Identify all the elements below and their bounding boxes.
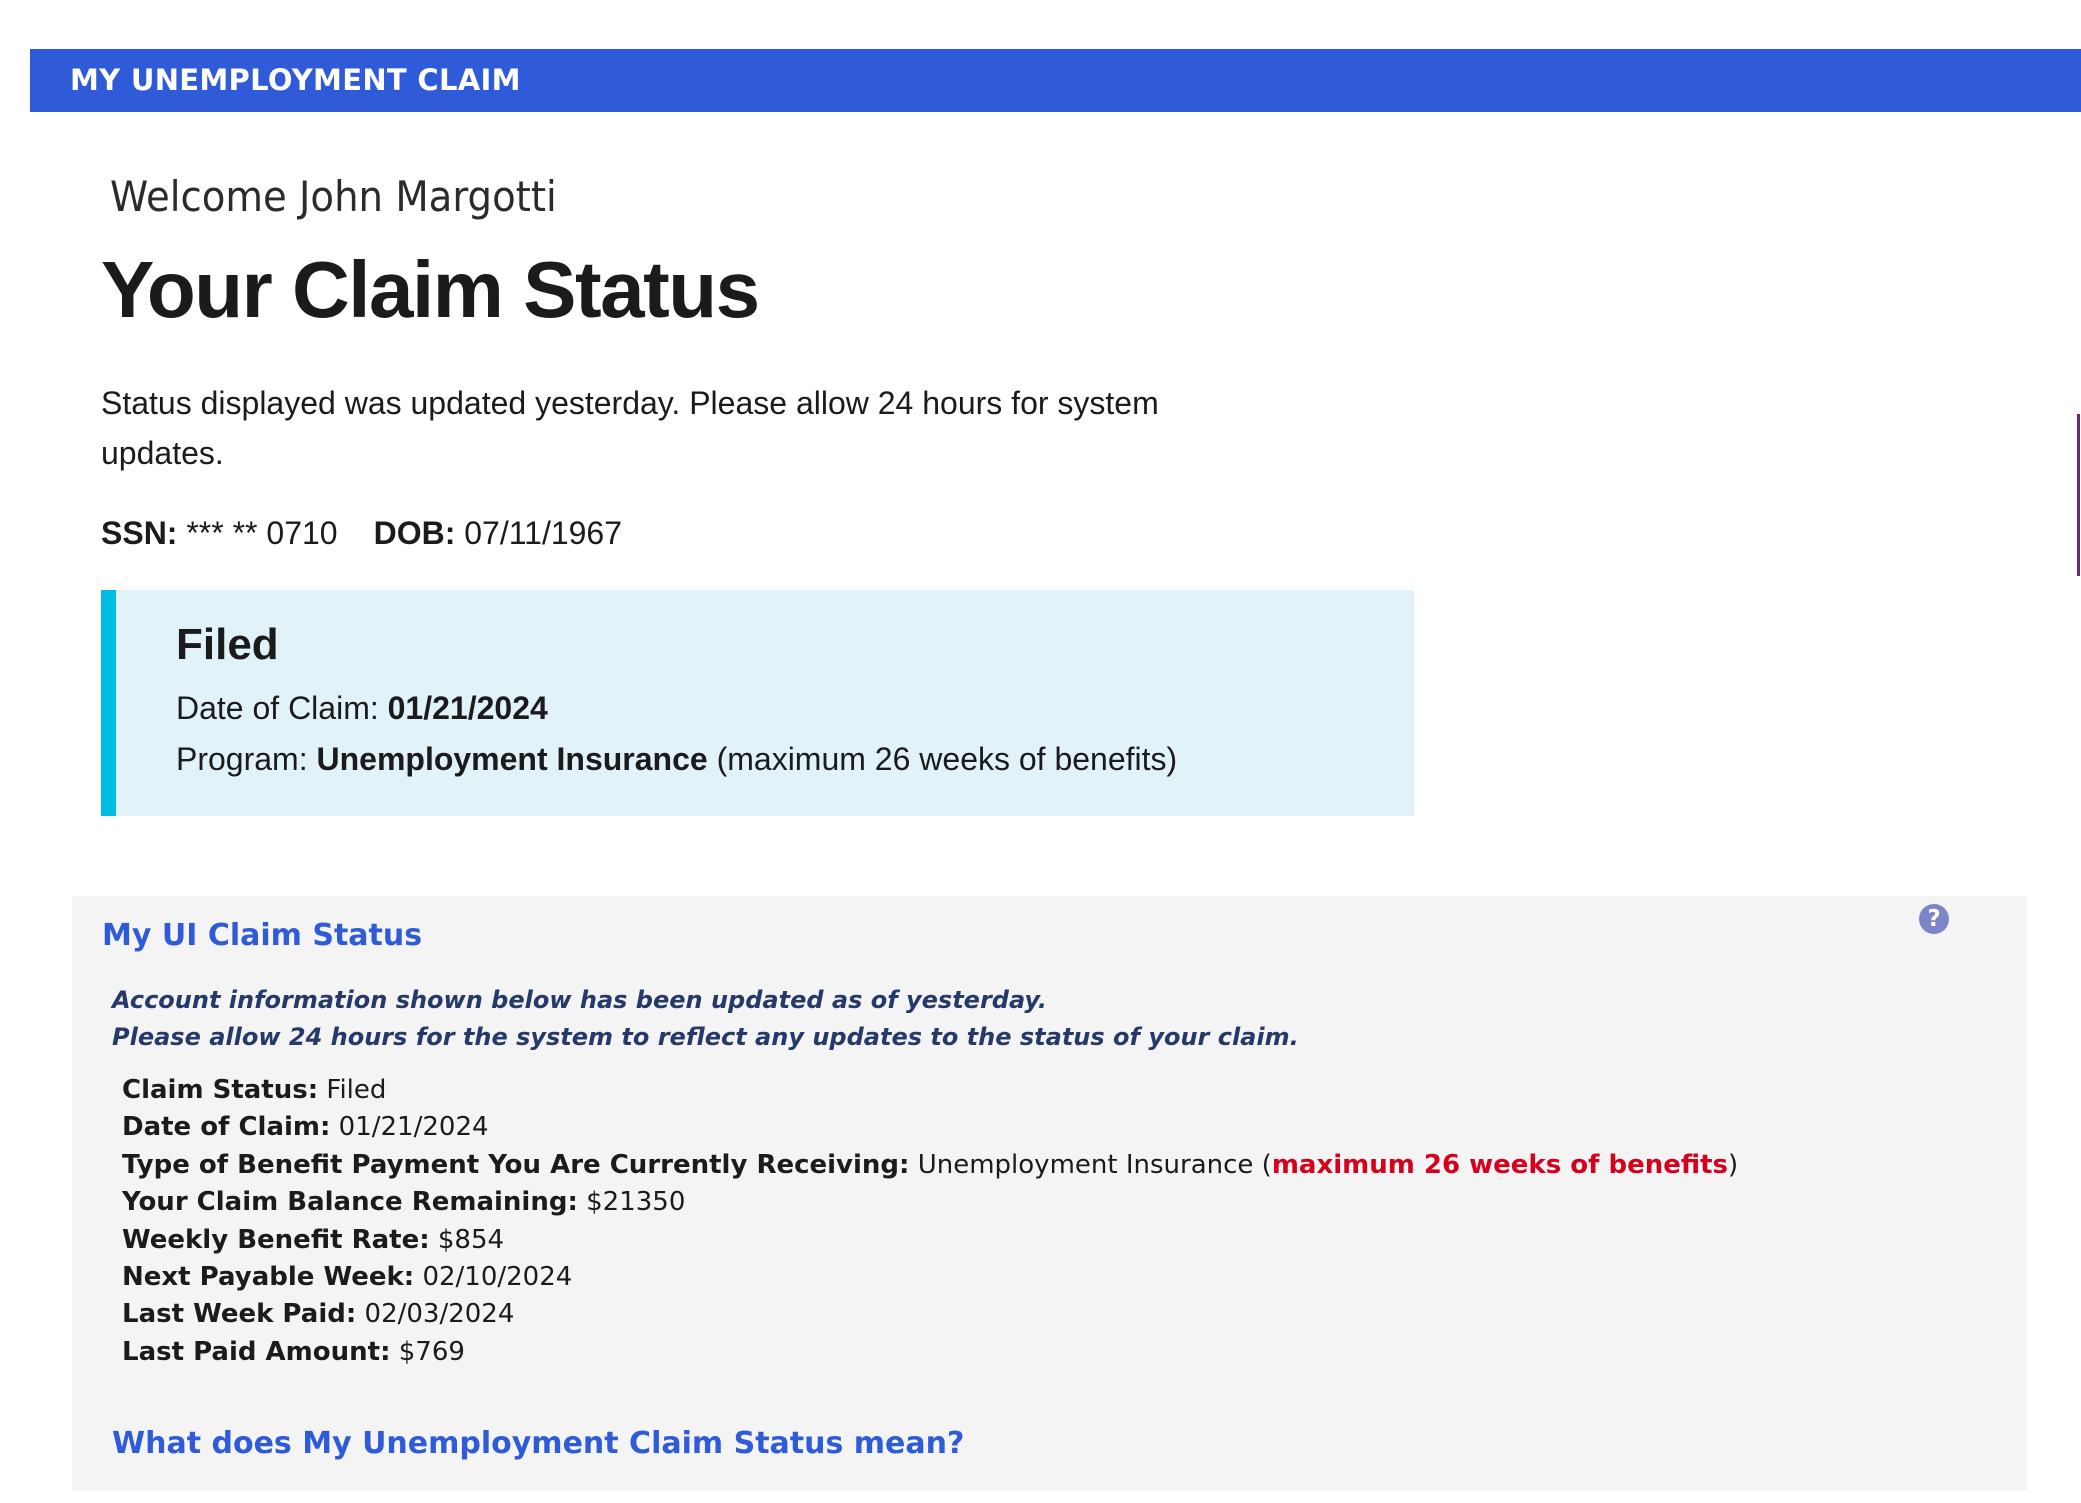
claim-balance-value: $21350 (586, 1187, 686, 1218)
benefit-type-label: Type of Benefit Payment You Are Currentl… (122, 1149, 910, 1180)
claim-summary-program-label: Program: (176, 741, 308, 777)
account-update-notice-line-1: Account information shown below has been… (112, 986, 1047, 1014)
date-of-claim-row: Date of Claim: 01/21/2024 (122, 1109, 1738, 1146)
claim-summary-heading: Filed (176, 620, 279, 669)
claimant-identity: SSN: *** ** 0710 DOB: 07/11/1967 (101, 511, 622, 555)
ui-claim-status-title-link[interactable]: My UI Claim Status (102, 918, 422, 953)
claim-status-value: Filed (326, 1075, 387, 1105)
weekly-benefit-rate-value: $854 (437, 1224, 505, 1255)
claim-summary-date-label: Date of Claim: (176, 690, 379, 726)
dob-label: DOB: (373, 515, 456, 551)
dob-value: 07/11/1967 (464, 515, 623, 551)
claim-summary-alert: Filed Date of Claim: 01/21/2024 Program:… (101, 590, 1414, 816)
claim-summary-program-note: (maximum 26 weeks of benefits) (716, 741, 1178, 777)
last-week-paid-row: Last Week Paid: 02/03/2024 (122, 1296, 1738, 1333)
claim-status-page: MY UNEMPLOYMENT CLAIM Welcome John Margo… (0, 0, 2081, 1503)
claim-status-row: Claim Status: Filed (122, 1072, 1738, 1109)
benefit-type-row: Type of Benefit Payment You Are Currentl… (122, 1147, 1738, 1184)
page-title: Your Claim Status (101, 245, 760, 334)
question-circle-icon[interactable]: ? (1919, 904, 1949, 934)
next-payable-week-value: 02/10/2024 (422, 1262, 573, 1293)
ssn-label: SSN: (101, 515, 178, 551)
last-week-paid-value: 02/03/2024 (364, 1299, 515, 1330)
claim-summary-program-value: Unemployment Insurance (316, 741, 708, 777)
claim-status-label: Claim Status: (122, 1075, 319, 1105)
benefit-type-value: Unemployment Insurance (917, 1149, 1254, 1180)
last-week-paid-label: Last Week Paid: (122, 1299, 357, 1330)
claim-summary-program: Program: Unemployment Insurance (maximum… (176, 741, 1177, 778)
date-of-claim-value: 01/21/2024 (338, 1112, 489, 1143)
status-update-note: Status displayed was updated yesterday. … (101, 385, 1159, 471)
scrollbar-edge[interactable] (2077, 414, 2080, 576)
last-paid-amount-row: Last Paid Amount: $769 (122, 1334, 1738, 1371)
claim-detail-list: Claim Status: Filed Date of Claim: 01/21… (122, 1072, 1738, 1371)
account-update-notice: Account information shown below has been… (112, 982, 1299, 1056)
date-of-claim-label: Date of Claim: (122, 1112, 331, 1143)
account-update-notice-line-2: Please allow 24 hours for the system to … (112, 1023, 1299, 1051)
claim-summary-date: Date of Claim: 01/21/2024 (176, 690, 548, 727)
app-banner: MY UNEMPLOYMENT CLAIM (30, 49, 2081, 112)
claim-balance-row: Your Claim Balance Remaining: $21350 (122, 1184, 1738, 1221)
claim-status-meaning-link[interactable]: What does My Unemployment Claim Status m… (112, 1426, 964, 1461)
welcome-message: Welcome John Margotti (110, 172, 557, 221)
weekly-benefit-rate-row: Weekly Benefit Rate: $854 (122, 1222, 1738, 1259)
next-payable-week-label: Next Payable Week: (122, 1262, 415, 1293)
claim-balance-label: Your Claim Balance Remaining: (122, 1187, 578, 1218)
last-paid-amount-value: $769 (398, 1336, 465, 1367)
last-paid-amount-label: Last Paid Amount: (122, 1336, 391, 1367)
weekly-benefit-rate-label: Weekly Benefit Rate: (122, 1224, 430, 1255)
next-payable-week-row: Next Payable Week: 02/10/2024 (122, 1259, 1738, 1296)
benefit-type-highlight: maximum 26 weeks of benefits (1271, 1149, 1729, 1180)
ui-claim-status-panel: My UI Claim Status ? Account information… (72, 896, 2027, 1490)
ssn-value: *** ** 0710 (186, 515, 338, 551)
banner-title: MY UNEMPLOYMENT CLAIM (70, 63, 521, 97)
claim-summary-date-value: 01/21/2024 (387, 690, 548, 726)
benefit-type-paren-close: ) (1728, 1149, 1739, 1180)
benefit-type-paren-open: ( (1261, 1149, 1272, 1180)
